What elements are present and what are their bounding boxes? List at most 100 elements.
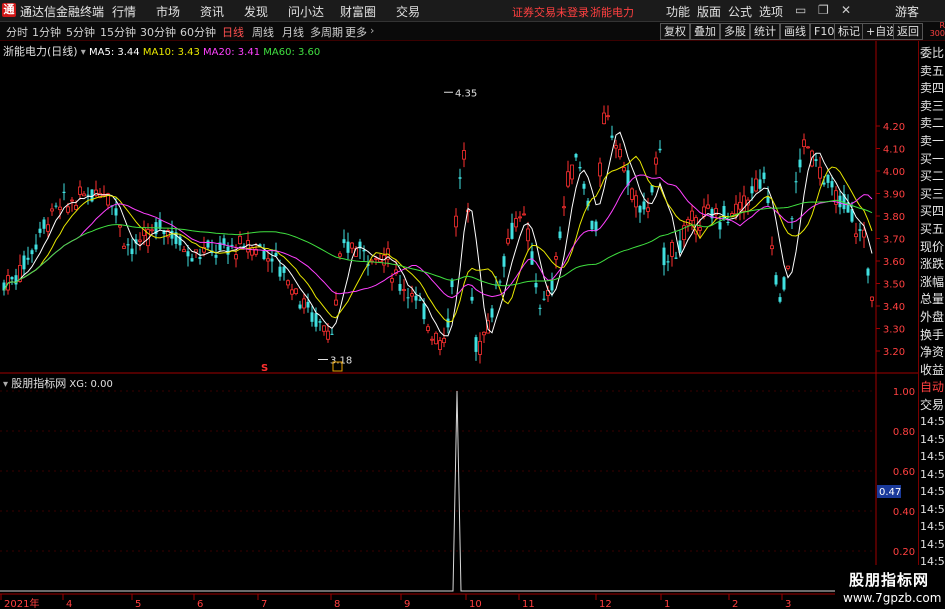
candle-body (538, 307, 542, 309)
candle-body (34, 244, 38, 250)
menu-item-quotes[interactable]: 行情 (112, 3, 136, 20)
menu-item-function[interactable]: 功能 (666, 3, 690, 20)
candle-body (434, 332, 438, 345)
period-tab-intraday[interactable]: 分时 (6, 24, 28, 40)
multi-stock-button[interactable]: 多股 (720, 23, 750, 40)
overlay-button[interactable]: 叠加 (690, 23, 720, 40)
candle-body (502, 256, 506, 267)
candle-body (630, 188, 634, 200)
candle-body (758, 179, 762, 189)
minimize-icon[interactable]: ▭ (795, 3, 806, 17)
menu-item-wealth[interactable]: 财富圈 (340, 3, 376, 20)
tick-time: 14:56 (920, 485, 945, 498)
menu-item-options[interactable]: 选项 (759, 3, 783, 20)
menu-item-discover[interactable]: 发现 (244, 3, 268, 20)
tick-time: 14:56 (920, 432, 945, 446)
close-icon[interactable]: ✕ (841, 3, 851, 17)
time-tick-label: 10 (469, 599, 482, 609)
guest-label[interactable]: 游客 (895, 3, 919, 20)
candle-body (82, 193, 86, 197)
menu-item-trade[interactable]: 交易 (396, 3, 420, 20)
period-tab-weekly[interactable]: 周线 (252, 24, 274, 40)
candle-body (418, 299, 422, 301)
candle-body (46, 224, 50, 232)
restore-rights-button[interactable]: 复权 (660, 23, 690, 40)
menu-item-layout[interactable]: 版面 (697, 3, 721, 20)
kline-chart[interactable]: 4.20 4.10 4.00 3.90 3.80 3.70 3.60 3.50 3.40 3.30… (0, 41, 918, 609)
restore-icon[interactable]: ❐ (818, 3, 829, 17)
side-label: 卖二 (920, 116, 945, 131)
candle-body (422, 303, 426, 320)
menu-item-assistant[interactable]: 问小达 (288, 3, 324, 20)
statistics-button[interactable]: 统计 (750, 23, 780, 40)
candle-body (50, 208, 54, 212)
candle-body (514, 218, 518, 228)
period-tab-30min[interactable]: 30分钟 (140, 24, 176, 40)
side-label: 收益 (920, 362, 945, 377)
sell-signal-marker: S (261, 363, 268, 374)
side-label: 买二 (920, 169, 945, 184)
login-notice[interactable]: 证券交易未登录 (512, 4, 589, 20)
more-chevron-icon[interactable]: › (370, 24, 374, 37)
side-label: 涨幅 (920, 274, 945, 289)
candle-body (866, 268, 870, 276)
menu-item-market[interactable]: 市场 (156, 3, 180, 20)
candle-body (270, 258, 274, 262)
price-tick-label: 4.00 (883, 167, 905, 178)
tick-time: 14:56 (920, 520, 945, 533)
candle-body (390, 278, 394, 283)
chart-settings-icon[interactable]: ▾ (81, 47, 86, 58)
period-tab-multi[interactable]: 多周期 (310, 24, 343, 40)
candle-body (738, 201, 742, 210)
candle-body (170, 230, 174, 239)
indicator-settings-icon[interactable]: ▾ (3, 379, 8, 390)
period-tab-15min[interactable]: 15分钟 (100, 24, 136, 40)
time-tick-label: 12 (599, 599, 612, 609)
draw-line-button[interactable]: 画线 (780, 23, 810, 40)
price-tick-label: 3.70 (883, 235, 905, 246)
period-tab-daily[interactable]: 日线 (222, 24, 244, 40)
candle-body (86, 194, 90, 196)
candle-body (10, 277, 14, 280)
candle-body (266, 258, 270, 262)
indicator-value: XG: 0.00 (69, 379, 113, 390)
candle-body (222, 238, 226, 245)
candle-body (490, 308, 494, 318)
mark-button[interactable]: 标记 (834, 23, 864, 40)
period-tab-monthly[interactable]: 月线 (282, 24, 304, 40)
candle-body (186, 251, 190, 257)
candle-body (762, 172, 766, 180)
candle-body (622, 167, 626, 172)
indicator-tick-label: 0.80 (893, 427, 915, 438)
side-label: 换手 (920, 327, 945, 342)
candle-body (726, 221, 730, 223)
price-tick-label: 3.40 (883, 302, 905, 313)
period-tab-more[interactable]: 更多 (345, 24, 367, 40)
tick-time: 14:56 (920, 537, 945, 551)
watermark-logo: 股朋指标网 www.7gpzb.com (835, 565, 945, 609)
period-tab-60min[interactable]: 60分钟 (180, 24, 216, 40)
candle-body (398, 284, 402, 291)
indicator-title: 股朋指标网 (11, 377, 67, 390)
time-tick-label: 2021年 (4, 597, 39, 609)
period-tab-5min[interactable]: 5分钟 (66, 24, 95, 40)
price-tick-label: 3.30 (883, 325, 905, 336)
period-tab-1min[interactable]: 1分钟 (32, 24, 61, 40)
menu-item-formula[interactable]: 公式 (728, 3, 752, 20)
candle-body (454, 215, 458, 228)
quote-side-panel: 委比 卖五 卖四 卖三 卖二 卖一 买一 买二 买三 买四 买五 现价 涨跌 涨幅 总量 外盘 换手 净资 收益 自动… (918, 41, 945, 609)
candle-body (510, 222, 514, 239)
candle-body (318, 321, 322, 323)
candle-body (718, 222, 722, 230)
candle-body (246, 240, 250, 253)
side-label[interactable]: 自动 (920, 378, 944, 395)
candle-body (442, 337, 446, 344)
side-label: 买三 (920, 186, 945, 201)
menu-item-news[interactable]: 资讯 (200, 3, 224, 20)
candle-body (402, 289, 406, 291)
candle-body (26, 257, 30, 260)
candle-body (786, 265, 790, 269)
candle-body (566, 171, 570, 187)
side-label[interactable]: 交易 (920, 396, 944, 413)
candle-body (806, 146, 810, 149)
